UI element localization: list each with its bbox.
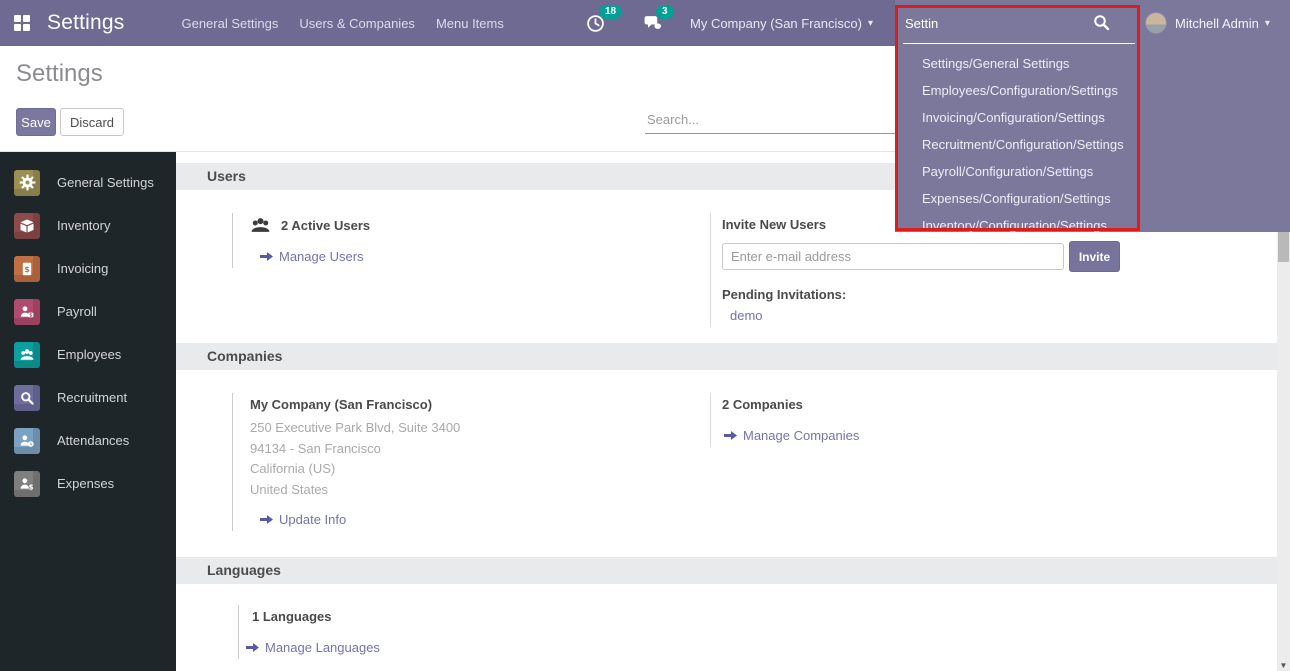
- suggestion-item[interactable]: Settings/General Settings: [922, 50, 1124, 77]
- sidebar-item-employees[interactable]: Employees: [0, 333, 176, 376]
- invite-email-field[interactable]: [722, 243, 1064, 270]
- suggestion-item[interactable]: Payroll/Configuration/Settings: [922, 158, 1124, 185]
- app-title: Settings: [47, 11, 124, 35]
- manage-languages-link[interactable]: Manage Languages: [246, 640, 638, 655]
- arrow-right-icon: [724, 430, 737, 441]
- sidebar-item-payroll[interactable]: $ Payroll: [0, 290, 176, 333]
- gear-icon: [14, 170, 40, 196]
- suggestion-item[interactable]: Invoicing/Configuration/Settings: [922, 104, 1124, 131]
- record-search-input[interactable]: [645, 106, 895, 133]
- nav-item-users-companies[interactable]: Users & Companies: [299, 12, 415, 35]
- arrow-right-icon: [260, 514, 273, 525]
- companies-left-pane: My Company (San Francisco) 250 Executive…: [232, 393, 709, 531]
- settings-sidebar: General Settings Inventory $ Invoicing $: [0, 152, 176, 671]
- languages-pane: 1 Languages Manage Languages: [238, 605, 638, 659]
- save-button[interactable]: Save: [16, 108, 56, 136]
- discard-button[interactable]: Discard: [60, 108, 124, 136]
- suggestion-item[interactable]: Expenses/Configuration/Settings: [922, 185, 1124, 212]
- recruitment-search-icon: [14, 385, 40, 411]
- svg-text:$: $: [29, 312, 32, 318]
- nav-menu: General Settings Users & Companies Menu …: [181, 12, 503, 35]
- inventory-box-icon: [14, 213, 40, 239]
- sidebar-item-inventory[interactable]: Inventory: [0, 204, 176, 247]
- languages-count: 1 Languages: [252, 609, 638, 624]
- manage-companies-link[interactable]: Manage Companies: [724, 428, 1255, 443]
- manage-users-link[interactable]: Manage Users: [260, 249, 709, 264]
- suggestion-item[interactable]: Inventory/Configuration/Settings: [922, 212, 1124, 239]
- nav-item-menu-items[interactable]: Menu Items: [436, 12, 504, 35]
- vertical-scrollbar[interactable]: ▼: [1277, 232, 1290, 671]
- invite-button[interactable]: Invite: [1069, 241, 1120, 272]
- menu-search-input[interactable]: [903, 6, 1083, 31]
- payroll-icon: $: [14, 299, 40, 325]
- company-name: My Company (San Francisco): [250, 397, 709, 412]
- sidebar-item-attendances[interactable]: Attendances: [0, 419, 176, 462]
- menu-search-box: [903, 6, 1135, 44]
- messages-badge: 3: [656, 5, 674, 19]
- nav-item-general-settings[interactable]: General Settings: [181, 12, 278, 35]
- scrollbar-down-arrow[interactable]: ▼: [1277, 661, 1290, 670]
- arrow-right-icon: [260, 251, 273, 262]
- expenses-icon: $: [14, 471, 40, 497]
- users-group-icon: [250, 217, 271, 234]
- record-search-box: [645, 106, 895, 134]
- user-menu[interactable]: Mitchell Admin ▾: [1145, 0, 1270, 46]
- search-icon[interactable]: [1093, 14, 1110, 31]
- suggestion-item[interactable]: Recruitment/Configuration/Settings: [922, 131, 1124, 158]
- menu-search-dropdown: Mitchell Admin ▾ Settings/General Settin…: [895, 0, 1290, 232]
- pending-invitations-label: Pending Invitations:: [722, 287, 1255, 302]
- activity-menu[interactable]: 18: [586, 0, 605, 46]
- update-info-link[interactable]: Update Info: [260, 512, 709, 527]
- svg-text:$: $: [29, 483, 34, 491]
- company-switcher[interactable]: My Company (San Francisco) ▾: [690, 0, 873, 46]
- companies-count: 2 Companies: [722, 397, 1255, 412]
- user-name: Mitchell Admin: [1175, 16, 1259, 31]
- chevron-down-icon: ▾: [1265, 18, 1270, 29]
- section-header-companies: Companies: [176, 343, 1277, 370]
- section-header-languages: Languages: [176, 557, 1277, 584]
- attendance-icon: [14, 428, 40, 454]
- activity-badge: 18: [599, 5, 622, 19]
- svg-text:$: $: [24, 264, 30, 273]
- sidebar-item-general-settings[interactable]: General Settings: [0, 161, 176, 204]
- chevron-down-icon: ▾: [868, 18, 873, 29]
- apps-grid-icon[interactable]: [14, 15, 30, 31]
- pending-user-link[interactable]: demo: [730, 308, 1255, 323]
- scrollbar-thumb[interactable]: [1278, 232, 1289, 262]
- page-title: Settings: [16, 60, 103, 88]
- sidebar-item-invoicing[interactable]: $ Invoicing: [0, 247, 176, 290]
- avatar: [1145, 12, 1167, 34]
- companies-right-pane: 2 Companies Manage Companies: [710, 393, 1255, 447]
- sidebar-item-recruitment[interactable]: Recruitment: [0, 376, 176, 419]
- search-suggestions: Settings/General Settings Employees/Conf…: [922, 50, 1124, 239]
- arrow-right-icon: [246, 642, 259, 653]
- company-address: 250 Executive Park Blvd, Suite 3400 9413…: [250, 418, 709, 500]
- suggestion-item[interactable]: Employees/Configuration/Settings: [922, 77, 1124, 104]
- employees-icon: [14, 342, 40, 368]
- sidebar-item-expenses[interactable]: $ Expenses: [0, 462, 176, 505]
- invoice-icon: $: [14, 256, 40, 282]
- users-left-pane: 2 Active Users Manage Users: [232, 213, 709, 268]
- messages-menu[interactable]: 3: [643, 0, 662, 46]
- active-users-count: 2 Active Users: [281, 218, 370, 233]
